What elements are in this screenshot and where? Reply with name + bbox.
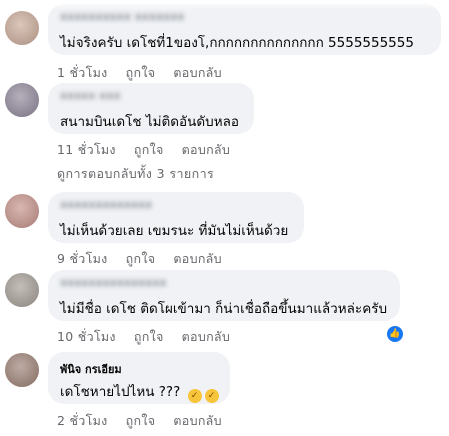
author-name[interactable]: xxxxxxxxxxxxx bbox=[60, 198, 152, 211]
author-name[interactable]: xxxxxxxxxxxxxxx bbox=[60, 276, 166, 289]
comment-text: สนามบินเดโช ไม่ติดอันดับหลอ bbox=[60, 114, 240, 130]
comment-actions: 10 ชั่วโมง ถูกใจ ตอบกลับ bbox=[57, 327, 248, 347]
comment-text: ไม่มีชื่อ เดโช ติดโผเข้ามา ก็น่าเชื่อถือ… bbox=[60, 301, 388, 317]
avatar[interactable] bbox=[5, 353, 39, 387]
avatar[interactable] bbox=[5, 83, 39, 117]
like-link[interactable]: ถูกใจ bbox=[134, 142, 164, 157]
reply-link[interactable]: ตอบกลับ bbox=[182, 329, 231, 344]
comment-time[interactable]: 9 ชั่วโมง bbox=[57, 251, 108, 266]
top-fade bbox=[0, 0, 449, 10]
comment-bubble: xxxxxxxxxx xxxxxxx ไม่จริงครับ เดโชที่1ข… bbox=[48, 4, 441, 55]
view-replies-link[interactable]: ดูการตอบกลับทั้ง 3 รายการ bbox=[57, 164, 214, 184]
like-link[interactable]: ถูกใจ bbox=[126, 251, 156, 266]
comment-text: ไม่เห็นด้วยเลย เขมรนะ ที่มันไม่เห็นด้วย bbox=[60, 223, 289, 239]
comment-text-value: เดโชหายไปไหน ??? bbox=[60, 384, 181, 400]
comment-actions: 11 ชั่วโมง ถูกใจ ตอบกลับ bbox=[57, 140, 248, 160]
author-name[interactable]: xxxxxxxxxx xxxxxxx bbox=[60, 10, 184, 23]
comment-bubble: xxxxxxxxxxxxx ไม่เห็นด้วยเลย เขมรนะ ที่ม… bbox=[48, 192, 304, 243]
reply-link[interactable]: ตอบกลับ bbox=[182, 142, 231, 157]
like-link[interactable]: ถูกใจ bbox=[126, 65, 156, 80]
reply-link[interactable]: ตอบกลับ bbox=[173, 251, 222, 266]
comment-actions: 9 ชั่วโมง ถูกใจ ตอบกลับ bbox=[57, 249, 240, 269]
like-link[interactable]: ถูกใจ bbox=[126, 413, 156, 428]
laughing-emoji-icon: ✓ bbox=[204, 389, 219, 403]
like-thumb-icon[interactable]: 👍 bbox=[387, 326, 403, 342]
reply-link[interactable]: ตอบกลับ bbox=[173, 65, 222, 80]
comment-time[interactable]: 10 ชั่วโมง bbox=[57, 329, 116, 344]
comment-text: เดโชหายไปไหน ??? ✓ ✓ bbox=[60, 380, 219, 403]
comment-bubble: xxxxx xxx สนามบินเดโช ไม่ติดอันดับหลอ bbox=[48, 83, 254, 134]
avatar[interactable] bbox=[5, 273, 39, 307]
author-name[interactable]: พันิจ กรเอียม bbox=[60, 360, 122, 378]
reply-link[interactable]: ตอบกลับ bbox=[173, 413, 222, 428]
comment-time[interactable]: 11 ชั่วโมง bbox=[57, 142, 116, 157]
avatar[interactable] bbox=[5, 11, 39, 45]
comment-time[interactable]: 1 ชั่วโมง bbox=[57, 65, 108, 80]
author-name[interactable]: xxxxx xxx bbox=[60, 89, 121, 102]
comment-actions: 1 ชั่วโมง ถูกใจ ตอบกลับ bbox=[57, 63, 240, 83]
comment-time[interactable]: 2 ชั่วโมง bbox=[57, 413, 108, 428]
comment-bubble: พันิจ กรเอียม เดโชหายไปไหน ??? ✓ ✓ bbox=[48, 352, 230, 404]
comment-bubble: xxxxxxxxxxxxxxx ไม่มีชื่อ เดโช ติดโผเข้า… bbox=[48, 270, 400, 321]
comment-actions: 2 ชั่วโมง ถูกใจ ตอบกลับ bbox=[57, 411, 240, 431]
like-link[interactable]: ถูกใจ bbox=[134, 329, 164, 344]
comment-text: ไม่จริงครับ เดโชที่1ของโ,กกกกกกกกกกกกกก … bbox=[60, 35, 414, 51]
avatar[interactable] bbox=[5, 194, 39, 228]
laughing-emoji-icon: ✓ bbox=[187, 389, 202, 403]
